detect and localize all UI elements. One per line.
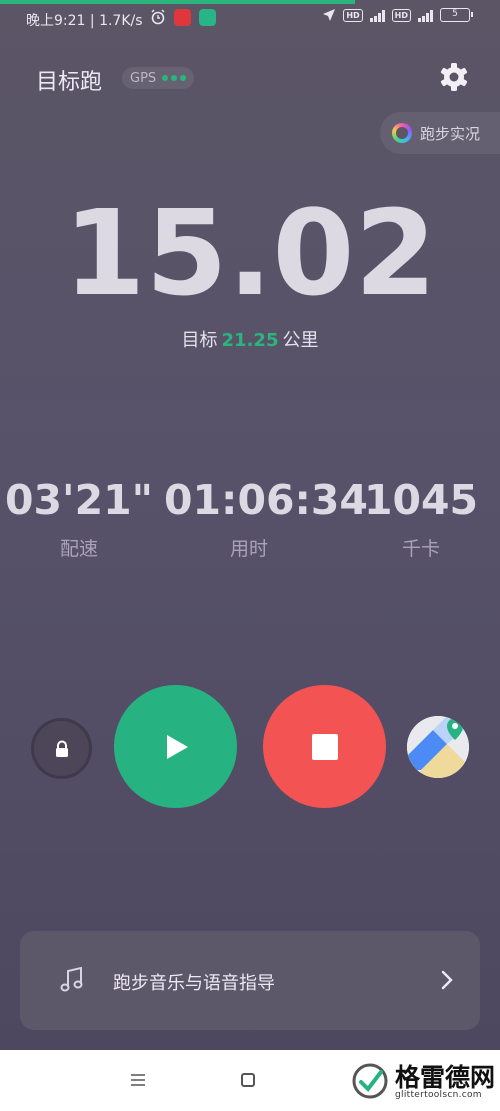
goal-prefix: 目标 xyxy=(181,330,218,351)
lock-icon xyxy=(55,740,68,757)
system-nav-bar: 格雷德网 glittertoolscn.com xyxy=(0,1050,500,1111)
gps-label: GPS xyxy=(130,70,157,86)
home-icon[interactable] xyxy=(241,1073,255,1087)
music-card-label: 跑步音乐与语音指导 xyxy=(113,973,275,994)
gear-icon[interactable] xyxy=(438,61,470,93)
location-icon xyxy=(323,9,336,21)
pace-label: 配速 xyxy=(59,538,98,560)
calories-value: 1045 xyxy=(363,476,479,524)
duration-label: 用时 xyxy=(229,538,268,560)
metric-duration: 01:06:34 用时 xyxy=(164,474,368,561)
menu-icon[interactable] xyxy=(128,1072,148,1088)
status-time-text: 晚上9:21 xyxy=(26,13,86,29)
hd-badge: HD xyxy=(343,8,363,22)
chevron-right-icon xyxy=(441,970,453,990)
status-bar: 晚上9:21 | 1.7K/s HD HD 5 xyxy=(0,6,500,32)
goal-value: 21.25 xyxy=(221,330,279,351)
metric-calories: 1045 千卡 xyxy=(336,474,500,561)
alarm-icon xyxy=(151,9,165,25)
status-time: 晚上9:21 | 1.7K/s xyxy=(26,13,143,29)
live-button-label: 跑步实况 xyxy=(420,124,481,143)
network-speed: 1.7K/s xyxy=(99,13,143,29)
battery-level: 5 xyxy=(452,9,458,19)
play-icon xyxy=(166,734,188,759)
battery-icon: 5 xyxy=(440,8,473,22)
pace-value: 03'21" xyxy=(4,476,154,524)
lock-button[interactable] xyxy=(31,718,92,779)
resume-button[interactable] xyxy=(114,685,237,808)
app-notification-icon xyxy=(174,9,191,26)
duration-value: 01:06:34 xyxy=(164,476,368,524)
stop-button[interactable] xyxy=(263,685,386,808)
goal-text: 目标 21.25 公里 xyxy=(0,326,500,352)
map-button[interactable] xyxy=(407,716,469,778)
map-icon xyxy=(407,716,469,778)
stop-icon xyxy=(311,733,338,760)
signal-icon-2 xyxy=(418,9,433,22)
calories-label: 千卡 xyxy=(401,538,440,560)
watermark-url: glittertoolscn.com xyxy=(395,1090,482,1100)
top-accent-bar xyxy=(0,0,355,4)
watermark-name: 格雷德网 xyxy=(395,1063,496,1092)
watermark-logo-icon xyxy=(352,1063,388,1099)
live-run-button[interactable]: 跑步实况 xyxy=(380,112,500,154)
goal-unit: 公里 xyxy=(282,330,319,351)
metric-pace: 03'21" 配速 xyxy=(0,474,164,561)
distance-value: 15.02 xyxy=(63,184,437,322)
hd-badge-2: HD xyxy=(391,8,411,22)
gps-signal-dots xyxy=(162,75,187,81)
music-note-icon xyxy=(60,967,83,992)
running-screen: 晚上9:21 | 1.7K/s HD HD 5 目标跑 GPS 跑步实况 15.… xyxy=(0,0,500,1050)
app-notification-icon-2 xyxy=(199,9,216,26)
signal-icon xyxy=(369,9,385,22)
live-ring-icon xyxy=(392,123,412,143)
status-right: HD HD 5 xyxy=(322,8,473,22)
page-title: 目标跑 xyxy=(36,70,103,95)
music-voice-guide-card[interactable]: 跑步音乐与语音指导 xyxy=(20,931,480,1030)
gps-status: GPS xyxy=(122,67,195,89)
